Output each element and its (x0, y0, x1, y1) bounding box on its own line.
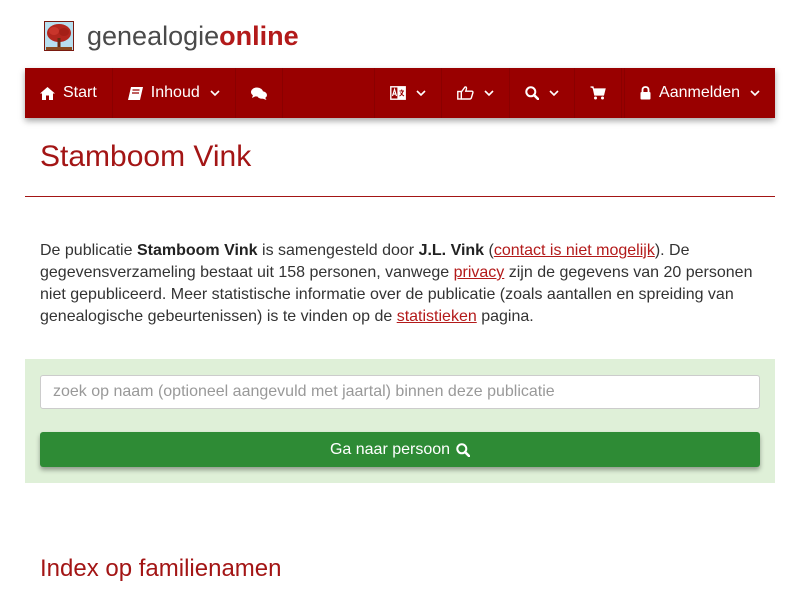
go-to-person-button[interactable]: Ga naar persoon (40, 432, 760, 467)
chevron-down-icon (750, 89, 760, 96)
brand-wordmark[interactable]: genealogieonline (87, 20, 299, 51)
home-icon (40, 86, 55, 100)
intro-text-3: ( (484, 242, 494, 259)
chevron-down-icon (416, 89, 426, 96)
person-search-panel: Ga naar persoon (25, 359, 775, 483)
nav-start[interactable]: Start (25, 68, 113, 118)
privacy-link[interactable]: privacy (454, 264, 505, 281)
person-search-input[interactable] (40, 375, 760, 409)
intro-text-6: pagina. (476, 308, 534, 325)
lock-icon (640, 86, 651, 100)
chevron-down-icon (210, 89, 220, 96)
nav-login[interactable]: Aanmelden (625, 68, 775, 118)
go-to-person-label: Ga naar persoon (329, 440, 451, 458)
tree-icon[interactable] (44, 21, 74, 51)
chevron-down-icon (549, 89, 559, 96)
publication-name: Stamboom Vink (136, 242, 258, 259)
nav-share[interactable] (442, 68, 511, 118)
statistics-link[interactable]: statistieken (397, 308, 477, 325)
title-divider (25, 196, 775, 197)
comments-icon (250, 87, 267, 100)
nav-shop[interactable] (575, 68, 623, 118)
nav-login-label: Aanmelden (659, 84, 740, 101)
nav-start-label: Start (63, 84, 97, 101)
brand-bold: online (219, 20, 299, 51)
page-title: Stamboom Vink (40, 140, 252, 173)
main-navbar: Start Inhoud Aanmelden (25, 68, 775, 118)
brand-light: genealogie (87, 20, 220, 51)
chevron-down-icon (484, 89, 494, 96)
publication-intro: De publicatie Stamboom Vink is samengest… (40, 240, 765, 328)
contact-link[interactable]: contact is niet mogelijk (494, 242, 655, 259)
cart-icon (590, 86, 606, 100)
nav-inhoud[interactable]: Inhoud (113, 68, 236, 118)
nav-spacer (283, 68, 376, 118)
nav-language[interactable] (375, 68, 443, 118)
book-icon (127, 86, 143, 100)
surname-index-title: Index op familienamen (40, 555, 282, 582)
nav-search[interactable] (510, 68, 576, 118)
search-icon (456, 442, 471, 457)
search-icon (525, 86, 540, 100)
intro-text-1: De publicatie (40, 242, 137, 259)
thumbs-up-icon (457, 86, 474, 100)
author-name: J.L. Vink (418, 242, 485, 259)
intro-text-2: is samengesteld door (257, 242, 419, 259)
site-header: genealogieonline (44, 16, 299, 56)
nav-forum[interactable] (236, 68, 283, 118)
nav-inhoud-label: Inhoud (150, 84, 200, 101)
language-icon (390, 86, 406, 100)
